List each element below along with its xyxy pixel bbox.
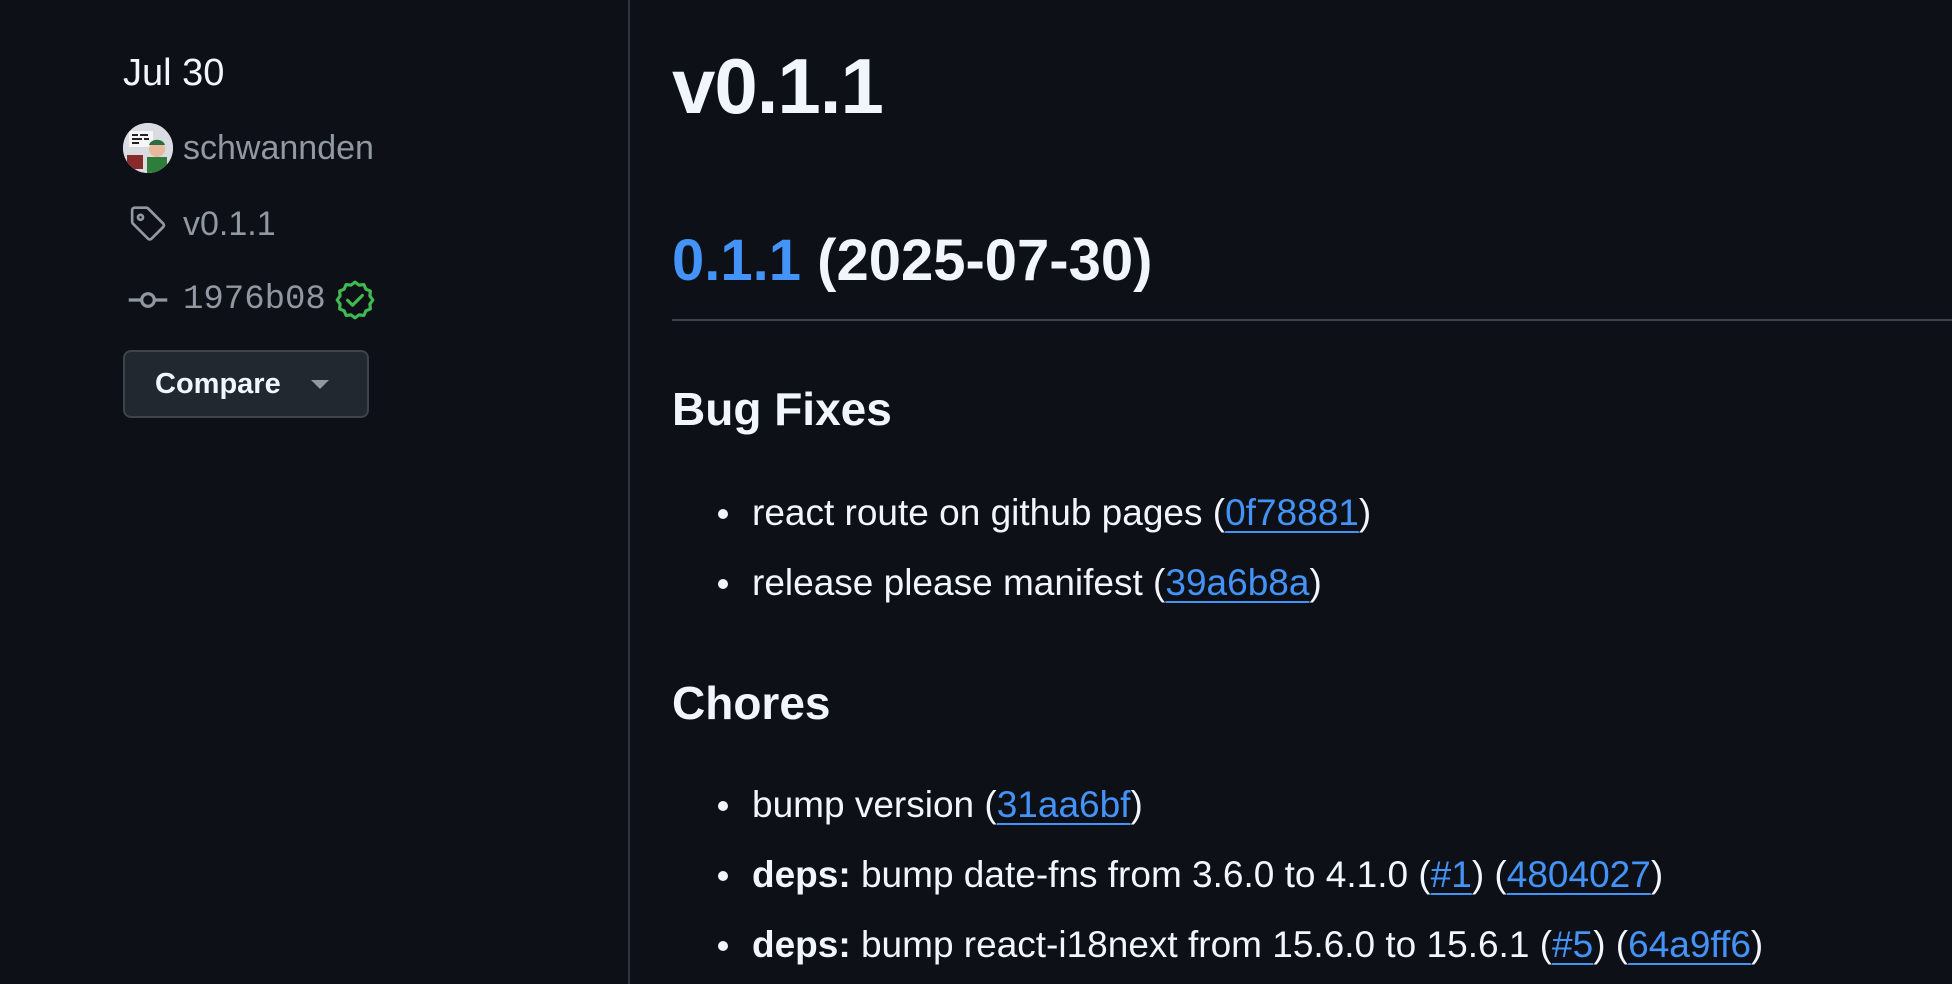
pr-link[interactable]: #1 bbox=[1431, 854, 1472, 895]
commit-link[interactable]: 64a9ff6 bbox=[1628, 924, 1751, 965]
release-body: v0.1.1 0.1.1 (2025-07-30) Bug Fixes reac… bbox=[672, 0, 1952, 984]
commit-link[interactable]: 4804027 bbox=[1507, 854, 1651, 895]
chevron-down-icon bbox=[310, 379, 329, 389]
commit-link[interactable]: 39a6b8a bbox=[1165, 562, 1309, 603]
commit-row[interactable]: 1976b08 bbox=[123, 274, 376, 326]
item-scope: deps: bbox=[752, 924, 851, 965]
version-heading: 0.1.1 (2025-07-30) bbox=[672, 225, 1952, 321]
list-item: deps: bump react-i18next from 15.6.0 to … bbox=[672, 910, 1763, 980]
avatar[interactable] bbox=[123, 123, 173, 173]
release-date: Jul 30 bbox=[123, 52, 225, 94]
list-item: deps: bump date-fns from 3.6.0 to 4.1.0 … bbox=[672, 840, 1763, 910]
compare-button[interactable]: Compare bbox=[123, 350, 369, 418]
tag-icon bbox=[123, 199, 173, 249]
commit-link[interactable]: 0f78881 bbox=[1225, 492, 1359, 533]
chores-list: bump version (31aa6bf) deps: bump date-f… bbox=[672, 770, 1763, 980]
pr-link[interactable]: #5 bbox=[1552, 924, 1593, 965]
item-text: bump date-fns from 3.6.0 to 4.1.0 bbox=[860, 854, 1409, 895]
release-title[interactable]: v0.1.1 bbox=[672, 36, 884, 136]
author-row[interactable]: schwannden bbox=[123, 122, 376, 174]
tag-name[interactable]: v0.1.1 bbox=[183, 205, 276, 244]
commit-link[interactable]: 31aa6bf bbox=[997, 784, 1131, 825]
author-name[interactable]: schwannden bbox=[183, 129, 374, 168]
tag-row[interactable]: v0.1.1 bbox=[123, 198, 376, 250]
item-text: release please manifest bbox=[752, 562, 1143, 603]
commit-sha[interactable]: 1976b08 bbox=[183, 281, 326, 319]
avatar-image bbox=[123, 123, 173, 173]
bug-fixes-list: react route on github pages (0f78881) re… bbox=[672, 478, 1371, 618]
list-item: react route on github pages (0f78881) bbox=[672, 478, 1371, 548]
version-date: (2025-07-30) bbox=[817, 228, 1153, 293]
verified-check-icon[interactable] bbox=[334, 279, 376, 321]
item-scope: deps: bbox=[752, 854, 851, 895]
version-link[interactable]: 0.1.1 bbox=[672, 228, 801, 293]
release-meta: Jul 30 schwannden v0.1.1 1976b08 Compare bbox=[123, 48, 376, 418]
list-item: release please manifest (39a6b8a) bbox=[672, 548, 1371, 618]
item-text: react route on github pages bbox=[752, 492, 1203, 533]
list-item: bump version (31aa6bf) bbox=[672, 770, 1763, 840]
release-sidebar: Jul 30 schwannden v0.1.1 1976b08 Compare bbox=[0, 0, 630, 984]
release-page: Jul 30 schwannden v0.1.1 1976b08 Compare… bbox=[0, 0, 1952, 984]
commit-icon bbox=[123, 275, 173, 325]
compare-label: Compare bbox=[155, 367, 281, 400]
item-text: bump version bbox=[752, 784, 975, 825]
item-text: bump react-i18next from 15.6.0 to 15.6.1 bbox=[860, 924, 1530, 965]
bug-fixes-heading: Bug Fixes bbox=[672, 383, 892, 435]
chores-heading: Chores bbox=[672, 677, 831, 729]
